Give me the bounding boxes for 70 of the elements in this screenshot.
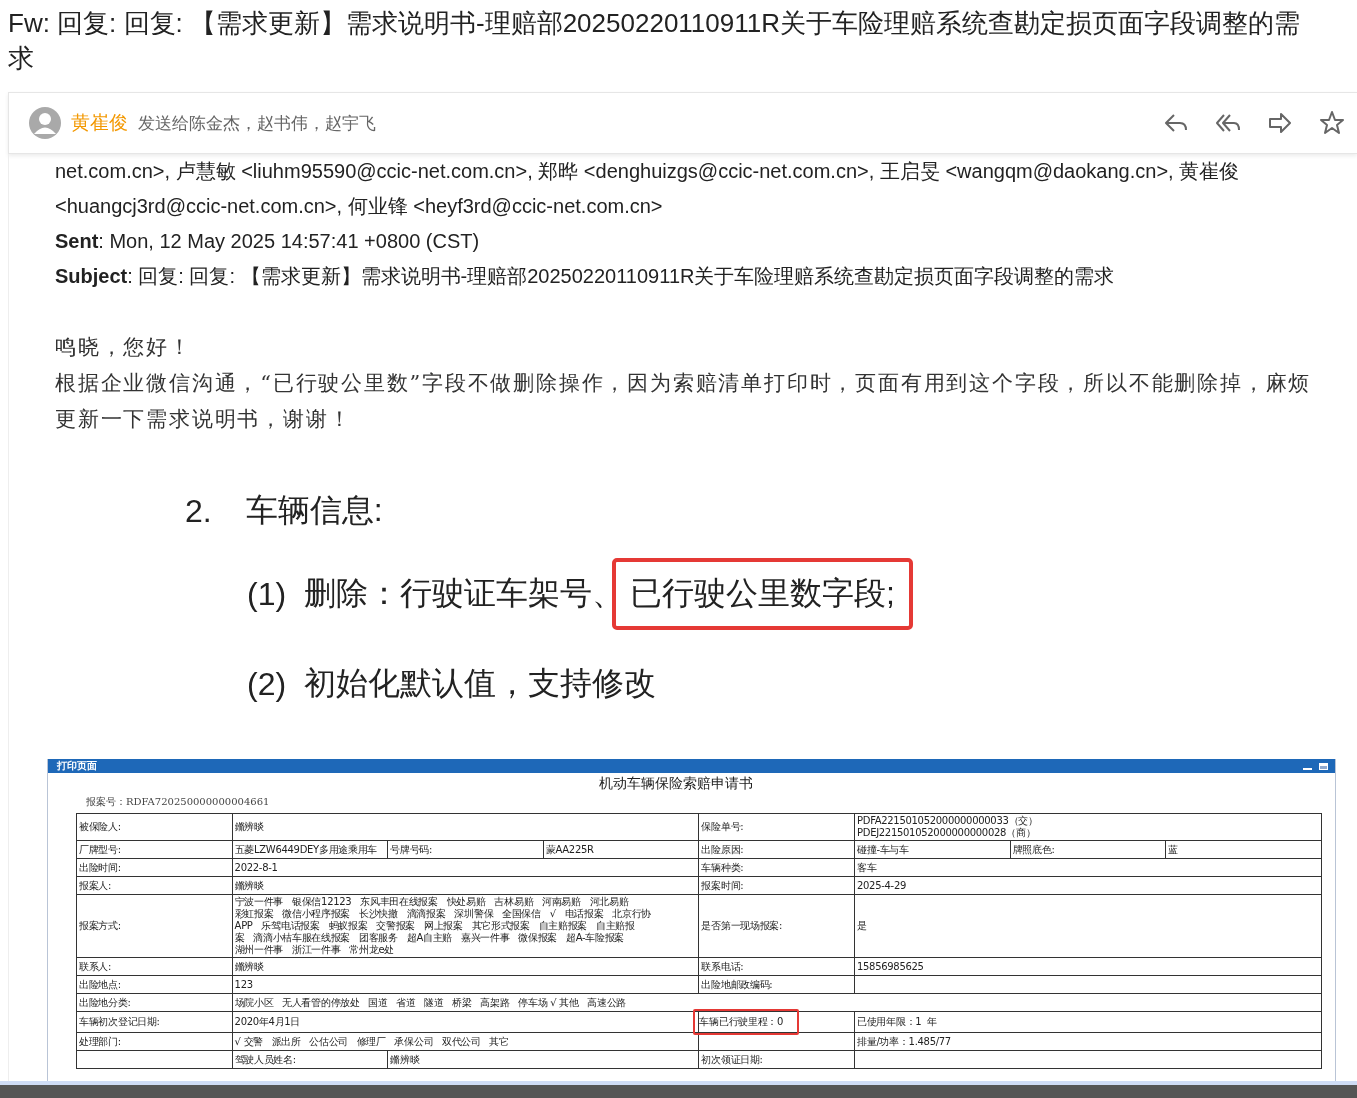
section-heading: 车辆信息:	[245, 491, 383, 530]
cell-text: 初次领证日期:	[701, 1053, 763, 1065]
cell-text: 号牌号码:	[390, 843, 433, 855]
cell-text: 报案方式:	[79, 920, 121, 931]
cell-text: 牌照底色:	[1012, 843, 1055, 855]
restore-icon[interactable]	[1318, 761, 1329, 771]
window-title: 打印页面	[57, 759, 98, 773]
cell-text: 案 滴滴小桔车服在线报案 团客服务 超A自主赔 嘉兴一件事 微保报案 超A-车险报案	[234, 932, 625, 944]
email-title: Fw: 回复: 回复: 【需求更新】需求说明书-理赔部20250220110911R关于车险理赔系统查勘定损页面字段调整的需求	[7, 7, 1301, 75]
document-title: 机动车辆保险索赔申请书	[599, 775, 753, 791]
message-paragraph: 鸣晓，您好！	[55, 334, 193, 361]
cell-text: 车辆初次登记日期:	[79, 1016, 160, 1027]
cell-text: 鏅辨晱	[390, 1053, 420, 1065]
cell-text: 排量/功率：1.485/77	[857, 1035, 951, 1047]
cell-text: 宁波一件事 银保信12123 东风丰田在线报案 快处易赔 吉林易赔 河南易赔 河北易赔	[234, 896, 629, 908]
cell-text: 蒙AA225R	[545, 843, 594, 855]
cell-text: 报案时间:	[701, 879, 744, 891]
avatar-icon	[29, 107, 61, 139]
cell-text: 碰撞-车与车	[857, 843, 909, 855]
cell-text: 处理部门:	[79, 1035, 121, 1047]
cell-text: 车辆种类:	[701, 861, 744, 873]
cell-text: 2020年4月1日	[234, 1016, 301, 1027]
cell-text: 湖州一件事 浙江一件事 常州龙e处	[234, 944, 394, 956]
sender-name[interactable]: 黄崔俊	[71, 110, 128, 136]
cell-text: 123	[234, 978, 253, 990]
cell-text: 车辆已行驶里程：0	[693, 1009, 800, 1035]
cell-text: PDEJ221501052000000000028（商）	[857, 827, 1036, 839]
cell-text: 鏅辨晱	[234, 821, 264, 832]
item-text: 初始化默认值，支持修改	[304, 664, 657, 703]
cell-text: 2025-4-29	[857, 879, 907, 891]
cell-text: 是	[857, 920, 867, 931]
cell-text: 报案人:	[79, 879, 112, 891]
header-line: Sent: Mon, 12 May 2025 14:57:41 +0800 (CST)	[55, 229, 481, 254]
recipients: 发送给陈金杰，赵书伟，赵宇飞	[138, 112, 376, 135]
highlighted-text: 已行驶公里数字段;	[612, 558, 913, 630]
cell-text: 已使用年限：1 年	[857, 1016, 937, 1027]
cell-text: 15856985625	[857, 960, 924, 972]
cell-text: PDFA221501052000000000033（交）	[857, 815, 1038, 827]
item-number: (2)	[247, 665, 287, 703]
cell-text: 保险单号:	[701, 821, 744, 832]
message-paragraph: 根据企业微信沟通，“已行驶公里数”字段不做删除操作，因为索赔清单打印时，页面有用到这个字段，所以不能删除掉，麻烦更新一下需求说明书，谢谢！	[55, 370, 1313, 433]
forward-icon[interactable]	[1267, 110, 1293, 136]
section-number: 2.	[185, 492, 212, 530]
header-line: Subject: 回复: 回复: 【需求更新】需求说明书-理赔部20250220110911R关于车险理赔系统查勘定损页面字段调整的需求	[55, 264, 1116, 289]
cell-text: 是否第一现场报案:	[701, 920, 783, 931]
cell-text: 厂牌型号:	[79, 843, 121, 855]
header-line: <huangcj3rd@ccic-net.com.cn>, 何业锋 <heyf3rd@ccic-net.com.cn>	[55, 194, 664, 219]
cell-text: √ 交警 派出所 公估公司 修理厂 承保公司 双代公司 其它	[234, 1035, 509, 1047]
cell-text: 鏅辨晱	[234, 960, 264, 972]
star-icon[interactable]	[1319, 110, 1345, 136]
report-number: 报案号：RDFA720250000000004661	[86, 795, 271, 809]
cell-text: 五菱LZW6449DEY多用途乘用车	[234, 843, 378, 855]
cell-text: APP 乐驾电话报案 蚂蚁报案 交警报案 网上报案 其它形式报案 自主赔报案 自主赔报	[234, 920, 635, 932]
cell-text: 2022-8-1	[234, 861, 278, 873]
cell-text: 出险地分类:	[79, 996, 131, 1008]
cell-text: 出险时间:	[79, 861, 121, 873]
cell-text: 驾驶人员姓名:	[234, 1053, 296, 1065]
cell-text: 场院小区 无人看管的停放处 国道 省道 隧道 桥梁 高架路 停车场 √ 其他 高速公路	[234, 996, 626, 1008]
item-number: (1)	[247, 575, 287, 613]
header-line: net.com.cn>, 卢慧敏 <liuhm95590@ccic-net.com.cn>, 郑晔 <denghuizgs@ccic-net.com.cn>, 王启旻 <wangqm@daokang.cn>, 黄崔俊	[55, 159, 1241, 184]
cell-text: 出险地点:	[79, 978, 121, 990]
cell-text: 客车	[857, 861, 877, 873]
cell-text: 鏅辨晱	[234, 879, 264, 891]
cell-text: 联系人:	[79, 960, 112, 972]
cell-text: 彩虹报案 微信小程序报案 长沙快撤 滴滴报案 深圳警保 全国保信 √ 电话报案 北京行协	[234, 908, 652, 920]
cell-text: 被保险人:	[79, 821, 121, 832]
cell-text: 出险地邮政编码:	[701, 978, 773, 990]
cell-text: 联系电话:	[701, 960, 744, 972]
cell-text: 出险原因:	[701, 843, 744, 855]
cell-text: 蓝	[1168, 843, 1178, 855]
